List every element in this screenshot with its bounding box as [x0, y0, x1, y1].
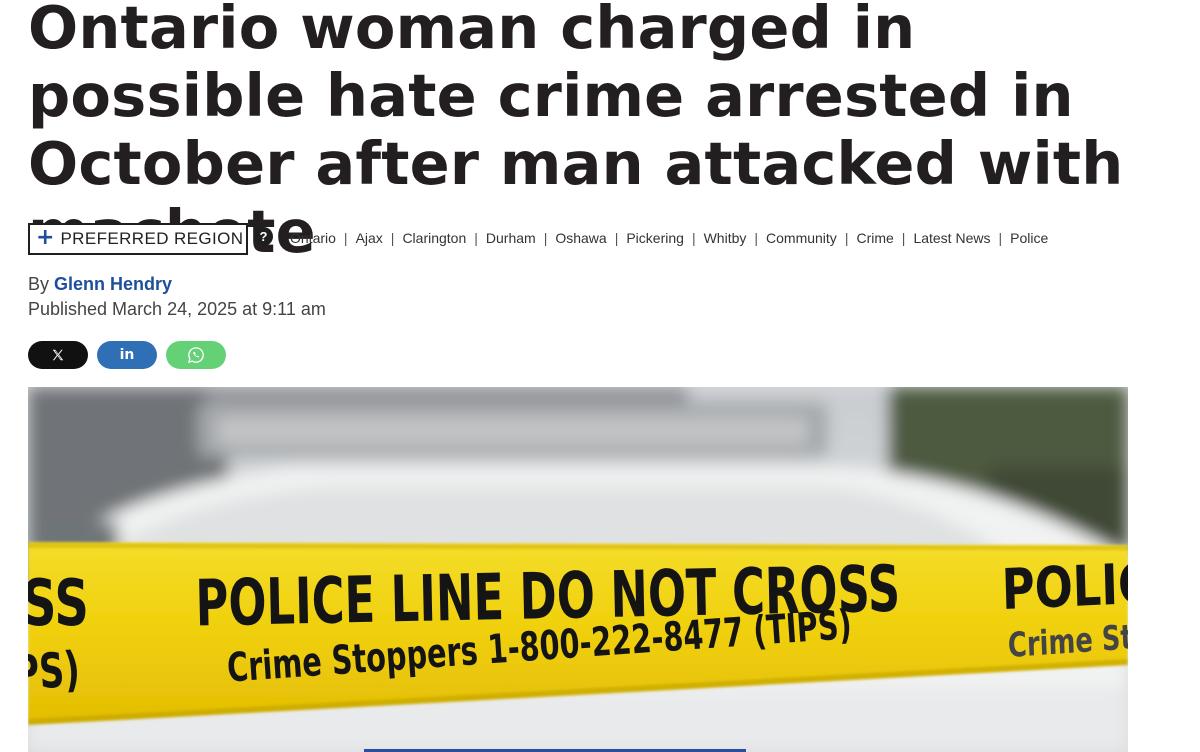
- tag-link-police[interactable]: Police: [1010, 230, 1048, 246]
- tag-link-oshawa[interactable]: Oshawa: [555, 230, 606, 246]
- whatsapp-icon: [188, 347, 204, 363]
- tag-separator: |: [754, 230, 759, 246]
- preferred-region-label: PREFERRED REGION: [60, 229, 244, 248]
- share-x-button[interactable]: [28, 341, 88, 369]
- x-logo-icon: [52, 349, 64, 361]
- tag-separator: |: [998, 230, 1003, 246]
- tag-link-ontario[interactable]: Ontario: [290, 230, 336, 246]
- tag-link-community[interactable]: Community: [766, 230, 837, 246]
- tag-separator: |: [543, 230, 548, 246]
- tag-separator: |: [901, 230, 906, 246]
- police-tape-photo: SS PS) POLICE LINE DO NOT CROSS Crime St…: [28, 387, 1128, 752]
- help-icon[interactable]: ?: [254, 227, 273, 246]
- tag-separator: |: [343, 230, 348, 246]
- tag-link-ajax[interactable]: Ajax: [356, 230, 383, 246]
- tag-link-whitby[interactable]: Whitby: [704, 230, 747, 246]
- tag-link-pickering[interactable]: Pickering: [626, 230, 684, 246]
- tag-separator: |: [691, 230, 696, 246]
- tag-link-durham[interactable]: Durham: [486, 230, 536, 246]
- tag-link-latest-news[interactable]: Latest News: [913, 230, 990, 246]
- plus-icon: +: [36, 225, 55, 250]
- tape-left-bottom: PS): [28, 641, 82, 702]
- share-linkedin-button[interactable]: in: [97, 341, 157, 369]
- tag-link-crime[interactable]: Crime: [856, 230, 893, 246]
- share-whatsapp-button[interactable]: [166, 341, 226, 369]
- tag-separator: |: [474, 230, 478, 246]
- tag-link-clarington[interactable]: Clarington: [402, 230, 466, 246]
- preferred-region-button[interactable]: + PREFERRED REGION: [28, 223, 248, 255]
- tape-right-top: POLICE: [1001, 549, 1128, 622]
- byline-prefix: By: [28, 274, 50, 294]
- published-date: Published March 24, 2025 at 9:11 am: [28, 299, 326, 319]
- linkedin-icon: in: [119, 347, 135, 363]
- tag-separator: |: [844, 230, 849, 246]
- author-link[interactable]: Glenn Hendry: [54, 274, 172, 294]
- tag-separator: |: [614, 230, 619, 246]
- byline: By Glenn Hendry: [28, 274, 172, 295]
- tag-separator: |: [390, 230, 395, 246]
- tag-list: Ontario | Ajax | Clarington | Durham | Oshawa | Pi…: [290, 230, 1048, 246]
- hero-image: SS PS) POLICE LINE DO NOT CROSS Crime St…: [28, 387, 1128, 752]
- tape-left-top: SS: [28, 566, 89, 641]
